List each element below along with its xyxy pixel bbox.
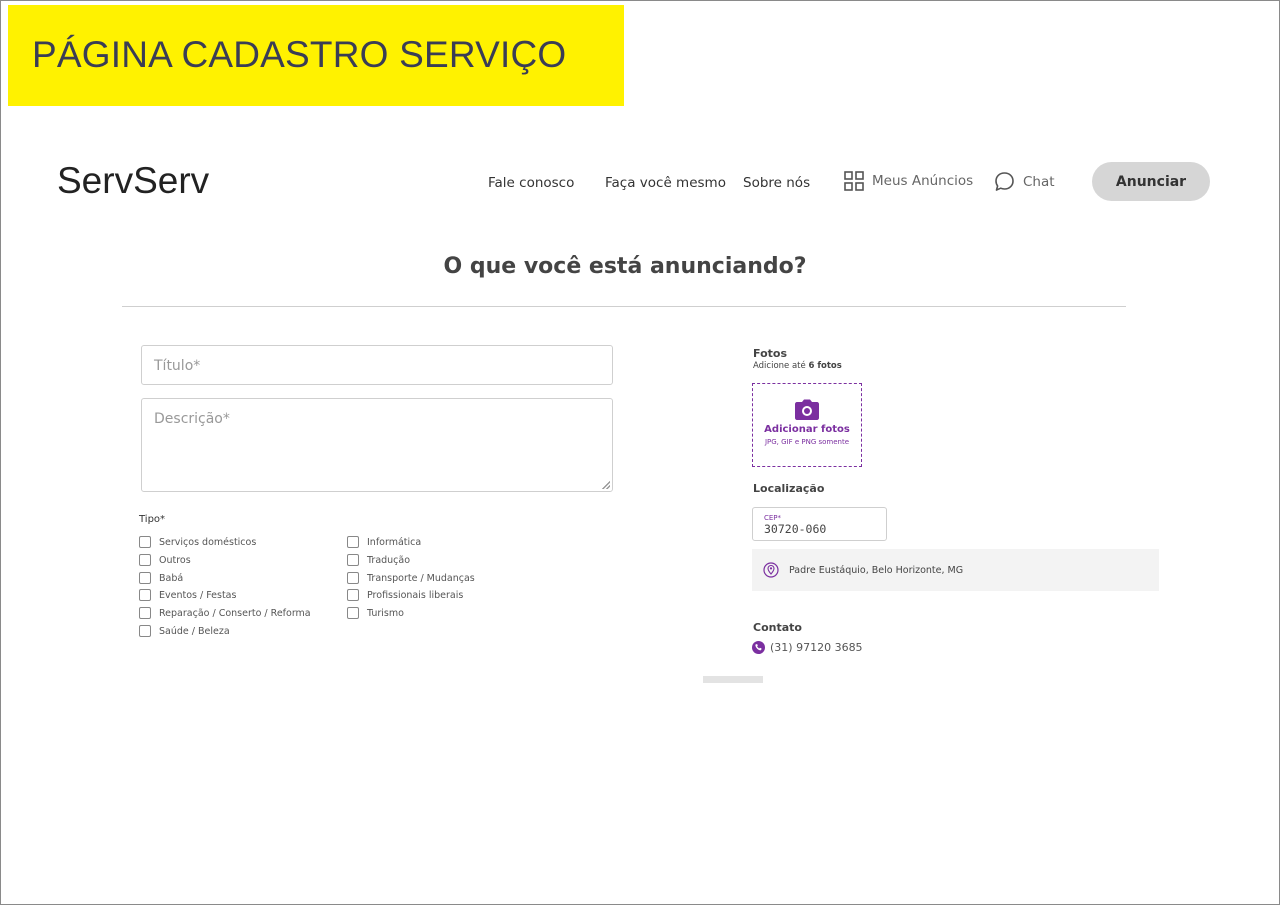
checkbox[interactable] <box>139 572 151 584</box>
page-title: O que você está anunciando? <box>443 254 807 279</box>
nav-fale-conosco[interactable]: Fale conosco <box>488 175 574 191</box>
nav-chat[interactable]: Chat <box>994 171 1055 192</box>
photos-note: Adicione até 6 fotos <box>753 361 842 371</box>
phone-number: (31) 97120 3685 <box>770 641 863 654</box>
grid-icon <box>844 171 864 191</box>
type-option-label: Outros <box>159 554 191 566</box>
checkbox[interactable] <box>139 536 151 548</box>
checkbox[interactable] <box>139 607 151 619</box>
type-checkbox[interactable]: Serviços domésticos <box>139 536 256 548</box>
type-option-label: Turismo <box>367 607 404 619</box>
type-checkbox[interactable]: Tradução <box>347 554 410 566</box>
nav-faca-voce-mesmo[interactable]: Faça você mesmo <box>605 175 726 191</box>
banner-title: PÁGINA CADASTRO SERVIÇO <box>32 34 567 75</box>
cep-label: CEP* <box>764 514 782 522</box>
photos-note-prefix: Adicione até <box>753 361 809 371</box>
page-banner: PÁGINA CADASTRO SERVIÇO <box>8 5 624 106</box>
address-text: Padre Eustáquio, Belo Horizonte, MG <box>789 564 964 576</box>
type-option-label: Serviços domésticos <box>159 536 257 548</box>
checkbox[interactable] <box>139 589 151 601</box>
phone-icon <box>752 641 765 654</box>
type-checkbox[interactable]: Turismo <box>347 607 404 619</box>
checkbox[interactable] <box>139 554 151 566</box>
type-checkbox[interactable]: Informática <box>347 536 421 548</box>
title-divider <box>122 306 1126 307</box>
title-input-placeholder: Título* <box>154 358 201 374</box>
type-checkbox[interactable]: Reparação / Conserto / Reforma <box>139 607 311 619</box>
checkbox[interactable] <box>347 607 359 619</box>
photo-formats-note: JPG, GIF e PNG somente <box>764 438 850 446</box>
camera-icon <box>795 399 819 420</box>
cep-input[interactable]: CEP* 30720-060 <box>752 507 887 541</box>
description-placeholder: Descrição* <box>154 411 230 427</box>
type-checkbox[interactable]: Eventos / Festas <box>139 589 236 601</box>
address-result: Padre Eustáquio, Belo Horizonte, MG <box>752 549 1159 591</box>
chat-bubble-icon <box>995 172 1014 191</box>
anunciar-button[interactable]: Anunciar <box>1092 162 1210 201</box>
add-photos-dropzone[interactable]: Adicionar fotos JPG, GIF e PNG somente <box>752 383 862 467</box>
description-textarea[interactable]: Descrição* <box>141 398 613 492</box>
checkbox[interactable] <box>347 589 359 601</box>
type-checkbox[interactable]: Saúde / Beleza <box>139 625 230 637</box>
nav-meus-anuncios[interactable]: Meus Anúncios <box>844 171 973 191</box>
cep-value: 30720-060 <box>764 522 827 536</box>
type-option-label: Babá <box>159 572 184 584</box>
photos-label: Fotos <box>753 347 787 360</box>
type-label: Tipo* <box>139 514 166 525</box>
horizontal-scrollbar[interactable] <box>703 676 763 683</box>
type-option-label: Transporte / Mudanças <box>367 572 475 584</box>
checkbox[interactable] <box>347 554 359 566</box>
type-checkbox[interactable]: Babá <box>139 572 183 584</box>
map-pin-icon <box>763 562 779 578</box>
contact-phone: (31) 97120 3685 <box>752 641 863 654</box>
checkbox[interactable] <box>347 572 359 584</box>
photos-note-count: 6 fotos <box>808 361 842 371</box>
type-option-label: Saúde / Beleza <box>159 625 230 637</box>
type-option-label: Eventos / Festas <box>159 589 237 601</box>
resize-handle[interactable] <box>602 481 610 489</box>
checkbox[interactable] <box>139 625 151 637</box>
type-option-label: Profissionais liberais <box>367 589 464 601</box>
site-logo[interactable]: ServServ <box>57 160 209 202</box>
add-photos-label: Adicionar fotos <box>764 424 850 435</box>
type-option-label: Tradução <box>367 554 411 566</box>
type-checkbox[interactable]: Profissionais liberais <box>347 589 463 601</box>
nav-meus-anuncios-label: Meus Anúncios <box>872 173 974 189</box>
location-label: Localização <box>753 482 825 495</box>
type-option-label: Reparação / Conserto / Reforma <box>159 607 311 619</box>
contact-label: Contato <box>753 621 802 634</box>
type-checkbox[interactable]: Transporte / Mudanças <box>347 572 475 584</box>
nav-chat-label: Chat <box>1023 173 1055 190</box>
checkbox[interactable] <box>347 536 359 548</box>
nav-sobre-nos[interactable]: Sobre nós <box>743 175 810 191</box>
type-checkbox[interactable]: Outros <box>139 554 191 566</box>
title-input[interactable]: Título* <box>141 345 613 385</box>
type-option-label: Informática <box>367 536 422 548</box>
